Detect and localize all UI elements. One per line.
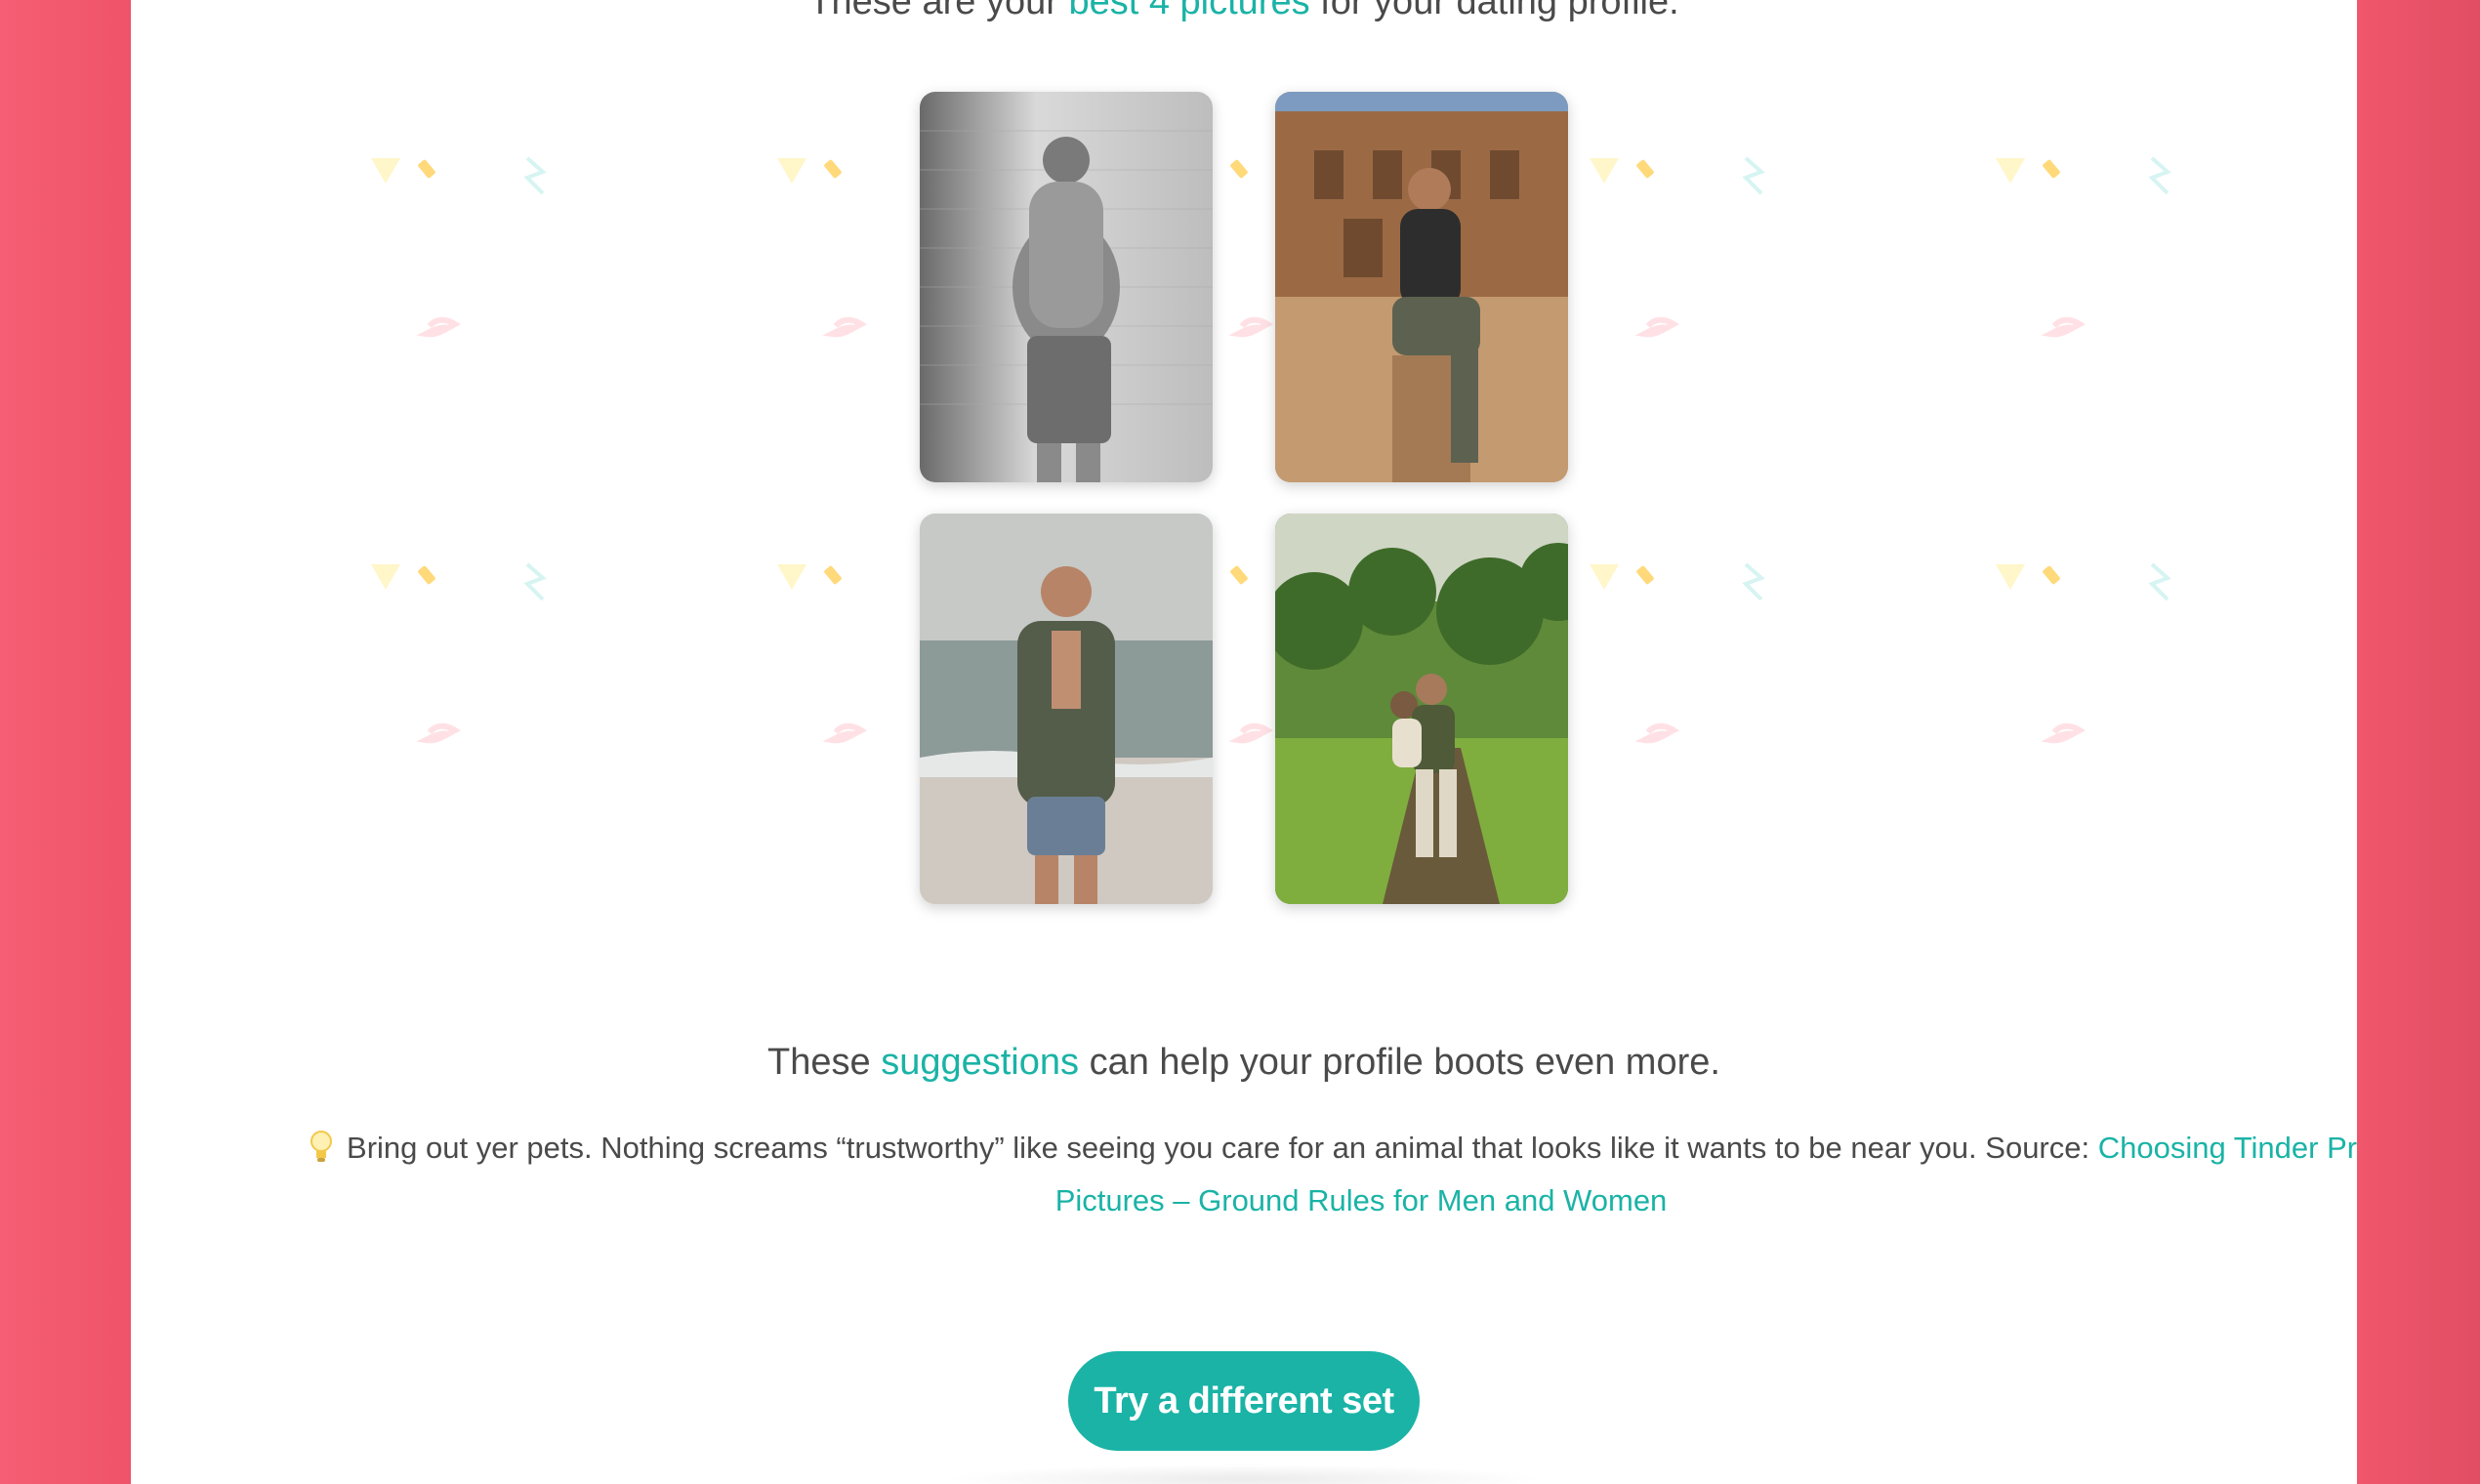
tip-item: Bring out yer pets. Nothing screams “tru… xyxy=(307,1125,2357,1224)
suggestions-suffix: can help your profile boots even more. xyxy=(1079,1042,1720,1083)
profile-photo-1[interactable] xyxy=(920,92,1213,482)
intro-suffix: for your dating profile. xyxy=(1309,0,1679,22)
photo-man-beach-icon xyxy=(920,514,1213,904)
tip-text: Bring out yer pets. Nothing screams “tru… xyxy=(347,1131,2098,1165)
page-background-left xyxy=(0,0,131,1484)
try-different-set-button[interactable]: Try a different set xyxy=(1068,1351,1420,1451)
confetti-pattern xyxy=(131,0,2357,1484)
profile-photo-2[interactable] xyxy=(1275,92,1568,482)
page-background-right xyxy=(2356,0,2480,1484)
profile-photo-3[interactable] xyxy=(920,514,1213,904)
profile-photo-4[interactable] xyxy=(1275,514,1568,904)
suggestions-heading: These suggestions can help your profile … xyxy=(131,1035,2357,1090)
photo-man-shirtless-bw-icon xyxy=(920,92,1213,482)
intro-prefix: These are your xyxy=(808,0,1069,22)
suggestions-highlight: suggestions xyxy=(881,1042,1080,1083)
photo-man-ruins-icon xyxy=(1275,92,1568,482)
button-shadow xyxy=(941,1464,1547,1484)
intro-heading: These are your best 4 pictures for your … xyxy=(131,0,2357,29)
intro-highlight: best 4 pictures xyxy=(1068,0,1310,22)
results-card: These are your best 4 pictures for your … xyxy=(131,0,2357,1484)
photo-couple-jungle-icon xyxy=(1275,514,1568,904)
lightbulb-icon xyxy=(310,1131,333,1177)
suggestions-prefix: These xyxy=(767,1042,882,1083)
